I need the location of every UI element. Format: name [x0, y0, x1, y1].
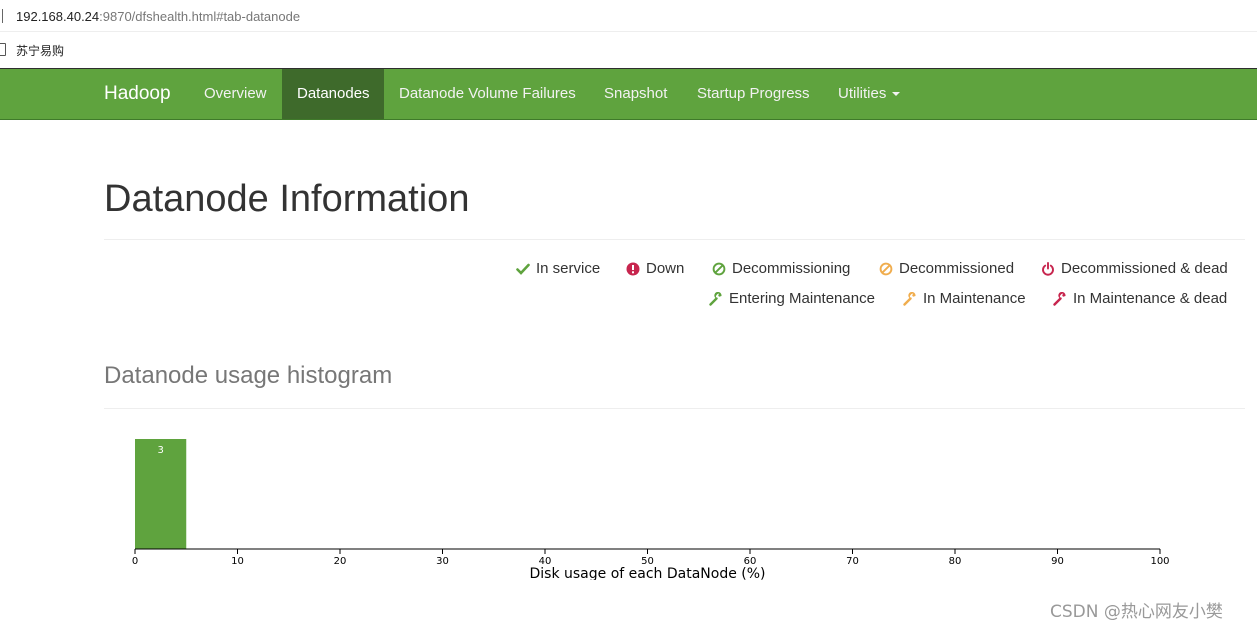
utilities-label: Utilities [838, 85, 887, 102]
x-tick-label: 80 [949, 556, 962, 567]
x-tick-label: 20 [334, 556, 347, 567]
x-tick-label: 30 [436, 556, 449, 567]
url-path: :9870/dfshealth.html#tab-datanode [99, 9, 301, 24]
legend-label: Decommissioning [732, 260, 851, 277]
bookmarks-bar: 苏宁易购 [0, 32, 1257, 68]
nav-tab-utilities[interactable]: Utilities [823, 69, 915, 119]
x-axis-label: Disk usage of each DataNode (%) [529, 566, 765, 580]
x-tick-label: 70 [846, 556, 859, 567]
nav-tab-startup-progress[interactable]: Startup Progress [682, 69, 825, 119]
legend-label: Decommissioned & dead [1061, 260, 1228, 277]
wrench-icon [709, 292, 722, 306]
x-tick-label: 90 [1051, 556, 1064, 567]
nav-tab-datanodes[interactable]: Datanodes [282, 69, 384, 119]
legend-label: Entering Maintenance [729, 290, 875, 307]
text-caret [2, 9, 3, 23]
url-host: 192.168.40.24 [16, 9, 100, 24]
wrench-icon [903, 292, 916, 306]
nav-tab-snapshot[interactable]: Snapshot [589, 69, 682, 119]
top-navbar: Hadoop Overview Datanodes Datanode Volum… [0, 68, 1257, 120]
bar-count-label: 3 [157, 445, 163, 456]
power-icon [1042, 262, 1054, 276]
usage-histogram-chart: 30 10 20 30 40 50 60 70 80 90 100Disk usage of eac… [132, 439, 1170, 580]
histogram-title: Datanode usage histogram [104, 362, 393, 389]
legend-label: Decommissioned [899, 260, 1015, 277]
x-tick-label: 10 [231, 556, 244, 567]
check-icon [516, 263, 530, 275]
ban-icon [879, 262, 893, 276]
watermark: CSDN @热心网友小樊 [1050, 602, 1223, 622]
legend-label: In Maintenance & dead [1073, 290, 1228, 307]
page-icon [0, 43, 6, 56]
chevron-down-icon [892, 92, 901, 97]
bookmark-label: 苏宁易购 [16, 44, 65, 58]
legend-label: In Maintenance [923, 290, 1026, 307]
url-text[interactable]: 192.168.40.24:9870/dfshealth.html#tab-da… [16, 9, 300, 24]
divider [104, 408, 1245, 409]
legend-label: In service [536, 260, 601, 277]
page-title: Datanode Information [104, 178, 470, 220]
divider [104, 239, 1245, 240]
nav-tab-overview[interactable]: Overview [189, 69, 282, 119]
nav-tab-volume-failures[interactable]: Datanode Volume Failures [384, 69, 591, 119]
navbar-brand[interactable]: Hadoop [104, 83, 171, 105]
wrench-icon [1053, 292, 1066, 306]
x-tick-label: 100 [1150, 556, 1169, 567]
exclamation-circle-icon [626, 262, 640, 276]
address-bar[interactable]: 192.168.40.24:9870/dfshealth.html#tab-da… [0, 0, 1257, 32]
ban-icon [712, 262, 726, 276]
x-tick-label: 0 [132, 556, 138, 567]
legend-label: Down [646, 260, 685, 277]
